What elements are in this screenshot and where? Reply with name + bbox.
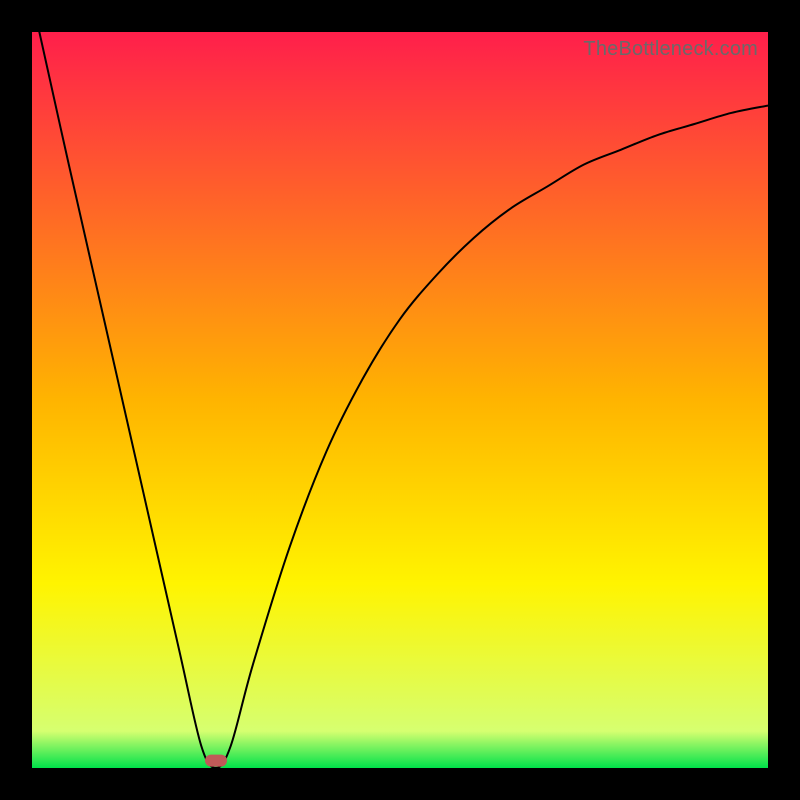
min-marker	[205, 755, 227, 767]
plot-area: TheBottleneck.com	[32, 32, 768, 768]
gradient-background	[32, 32, 768, 768]
chart-frame: TheBottleneck.com	[0, 0, 800, 800]
chart-svg	[32, 32, 768, 768]
watermark-text: TheBottleneck.com	[583, 38, 758, 61]
